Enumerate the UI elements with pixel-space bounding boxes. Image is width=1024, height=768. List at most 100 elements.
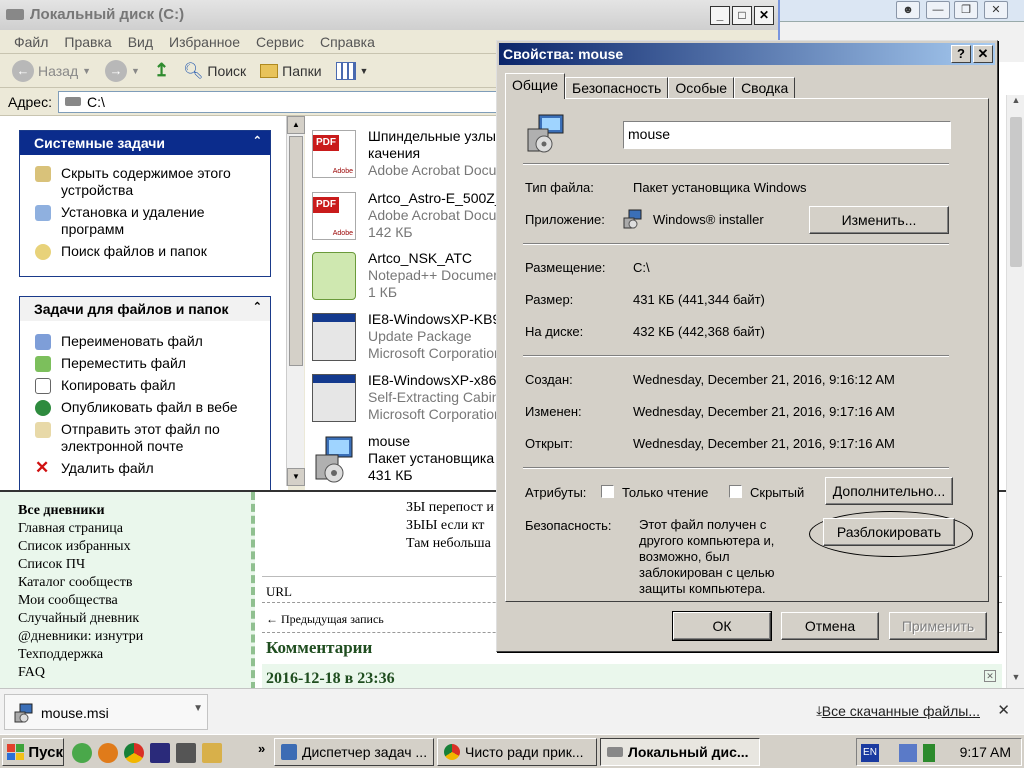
file-item[interactable]: PDF Adobe Шпиндельные узлы качения Adobe … [310,128,500,184]
tab-security[interactable]: Безопасность [565,77,669,99]
page-scrollbar[interactable]: ▲ ▼ [1006,95,1024,688]
tab-custom[interactable]: Особые [668,77,735,99]
address-input[interactable]: C:\ [57,90,498,113]
firefox-icon[interactable] [98,743,118,763]
task-publish[interactable]: Опубликовать файл в вебе [20,399,270,416]
nav-inside[interactable]: @дневники: изнутри [18,628,251,646]
nav-all-diaries[interactable]: Все дневники [18,502,251,520]
menu-favorites[interactable]: Избранное [161,34,248,50]
close-icon[interactable]: ✕ [997,701,1010,719]
close-icon[interactable]: ✕ [984,670,996,682]
system-tasks-header[interactable]: Системные задачи ⌃ [20,131,270,155]
more-icon[interactable]: » [258,741,265,756]
scroll-down-icon[interactable]: ▼ [1007,672,1024,688]
file-item[interactable]: Artco_NSK_ATC Notepad++ Documen 1 КБ [310,250,500,306]
minimize-button[interactable]: _ [710,6,730,25]
views-button[interactable]: ▼ [332,61,373,80]
scroll-up-icon[interactable]: ▲ [287,116,305,134]
collapse-icon[interactable]: ⌃ [253,134,262,147]
close-button[interactable]: ✕ [973,45,993,63]
user-icon[interactable]: ☻ [896,1,920,19]
tool-icon[interactable] [202,743,222,763]
apply-button[interactable]: Применить [889,612,987,640]
menu-view[interactable]: Вид [120,34,161,50]
minimize-icon[interactable]: — [926,1,950,19]
dialog-titlebar[interactable]: Свойства: mouse ? ✕ [499,43,995,65]
ok-button[interactable]: ОК [672,611,772,641]
nav-favorites[interactable]: Список избранных [18,538,251,556]
task-search-files[interactable]: Поиск файлов и папок [20,243,270,260]
scroll-down-icon[interactable]: ▼ [287,468,305,486]
readonly-label[interactable]: Только чтение [622,485,708,500]
file-item[interactable]: PDF Adobe Artco_Astro-E_500Z_ Adobe Acrob… [310,190,500,246]
taskbar-explorer[interactable]: Локальный дис... [600,738,760,766]
scroll-up-icon[interactable]: ▲ [1007,95,1024,111]
start-button[interactable]: Пуск [2,738,64,766]
menu-help[interactable]: Справка [312,34,383,50]
task-add-remove-programs[interactable]: Установка и удаление программ [20,204,270,238]
network-icon[interactable] [899,744,917,762]
nav-home[interactable]: Главная страница [18,520,251,538]
nav-my-communities[interactable]: Мои сообщества [18,592,251,610]
task-hide-contents[interactable]: Скрыть содержимое этого устройства [20,165,270,199]
battery-icon[interactable] [923,744,935,762]
hidden-label[interactable]: Скрытый [750,485,804,500]
nav-random[interactable]: Случайный дневник [18,610,251,628]
close-button[interactable]: ✕ [754,6,774,25]
menu-tools[interactable]: Сервис [248,34,312,50]
advanced-button[interactable]: Дополнительно... [825,477,953,505]
nav-faq[interactable]: FAQ [18,664,251,682]
explorer-titlebar[interactable]: Локальный диск (C:) _ □ ✕ [0,0,778,30]
save-icon[interactable] [150,743,170,763]
file-list-scrollbar[interactable]: ▲ ▼ [286,116,305,486]
download-item[interactable]: mouse.msi ▼ [4,694,208,730]
scroll-thumb[interactable] [289,136,303,366]
unblock-button[interactable]: Разблокировать [823,518,955,546]
url-link[interactable]: URL [266,584,292,600]
restore-icon[interactable]: ❐ [954,1,978,19]
task-move[interactable]: Переместить файл [20,355,270,372]
file-item[interactable]: IE8-WindowsXP-KB97 Update Package Micros… [310,311,500,367]
readonly-checkbox[interactable] [601,485,614,498]
taskbar-chrome[interactable]: Чисто ради прик... [437,738,597,766]
change-button[interactable]: Изменить... [809,206,949,234]
close-icon[interactable]: ✕ [984,1,1008,19]
back-button[interactable]: ← Назад ▼ [8,59,95,82]
task-email[interactable]: Отправить этот файл по электронной почте [20,421,270,455]
search-button[interactable]: 🔍︎ Поиск [179,61,250,81]
all-downloads-link[interactable]: Все скачанные файлы... [822,703,980,719]
hidden-checkbox[interactable] [729,485,742,498]
collapse-icon[interactable]: ⌃ [253,300,262,313]
file-tasks-header[interactable]: Задачи для файлов и папок ⌃ [20,297,270,321]
cancel-button[interactable]: Отмена [781,612,879,640]
maximize-button[interactable]: □ [732,6,752,25]
nav-catalog[interactable]: Каталог сообществ [18,574,251,592]
chevron-down-icon[interactable]: ▼ [193,703,203,714]
menu-file[interactable]: Файл [6,34,56,50]
folders-button[interactable]: Папки [256,63,325,79]
task-rename[interactable]: Переименовать файл [20,333,270,350]
filename-input[interactable]: mouse [623,121,951,149]
chrome-icon[interactable] [124,743,144,763]
forward-button[interactable]: → ▼ [101,59,144,82]
scroll-thumb[interactable] [1010,117,1022,267]
previous-post-link[interactable]: ← Предыдущая запись [266,612,384,627]
menu-edit[interactable]: Правка [56,34,119,50]
address-label: Адрес: [8,93,52,110]
tab-summary[interactable]: Сводка [734,77,796,99]
up-folder-button[interactable]: ↥ [150,60,173,81]
task-copy[interactable]: Копировать файл [20,377,270,394]
tab-general[interactable]: Общие [505,73,566,99]
security-label: Безопасность: [525,518,612,533]
file-item[interactable]: IE8-WindowsXP-x86- Self-Extracting Cabin… [310,372,500,428]
nav-support[interactable]: Техподдержка [18,646,251,664]
language-indicator[interactable]: EN [861,744,879,762]
task-delete[interactable]: ✕ Удалить файл [20,459,270,477]
taskbar-task-manager[interactable]: Диспетчер задач ... [274,738,434,766]
camera-icon[interactable] [176,743,196,763]
help-button[interactable]: ? [951,45,971,63]
file-item-selected[interactable]: mouse Пакет установщика 431 КБ [310,433,500,489]
app-label: Приложение: [525,212,605,227]
nav-pch[interactable]: Список ПЧ [18,556,251,574]
app-launcher-icon[interactable] [72,743,92,763]
